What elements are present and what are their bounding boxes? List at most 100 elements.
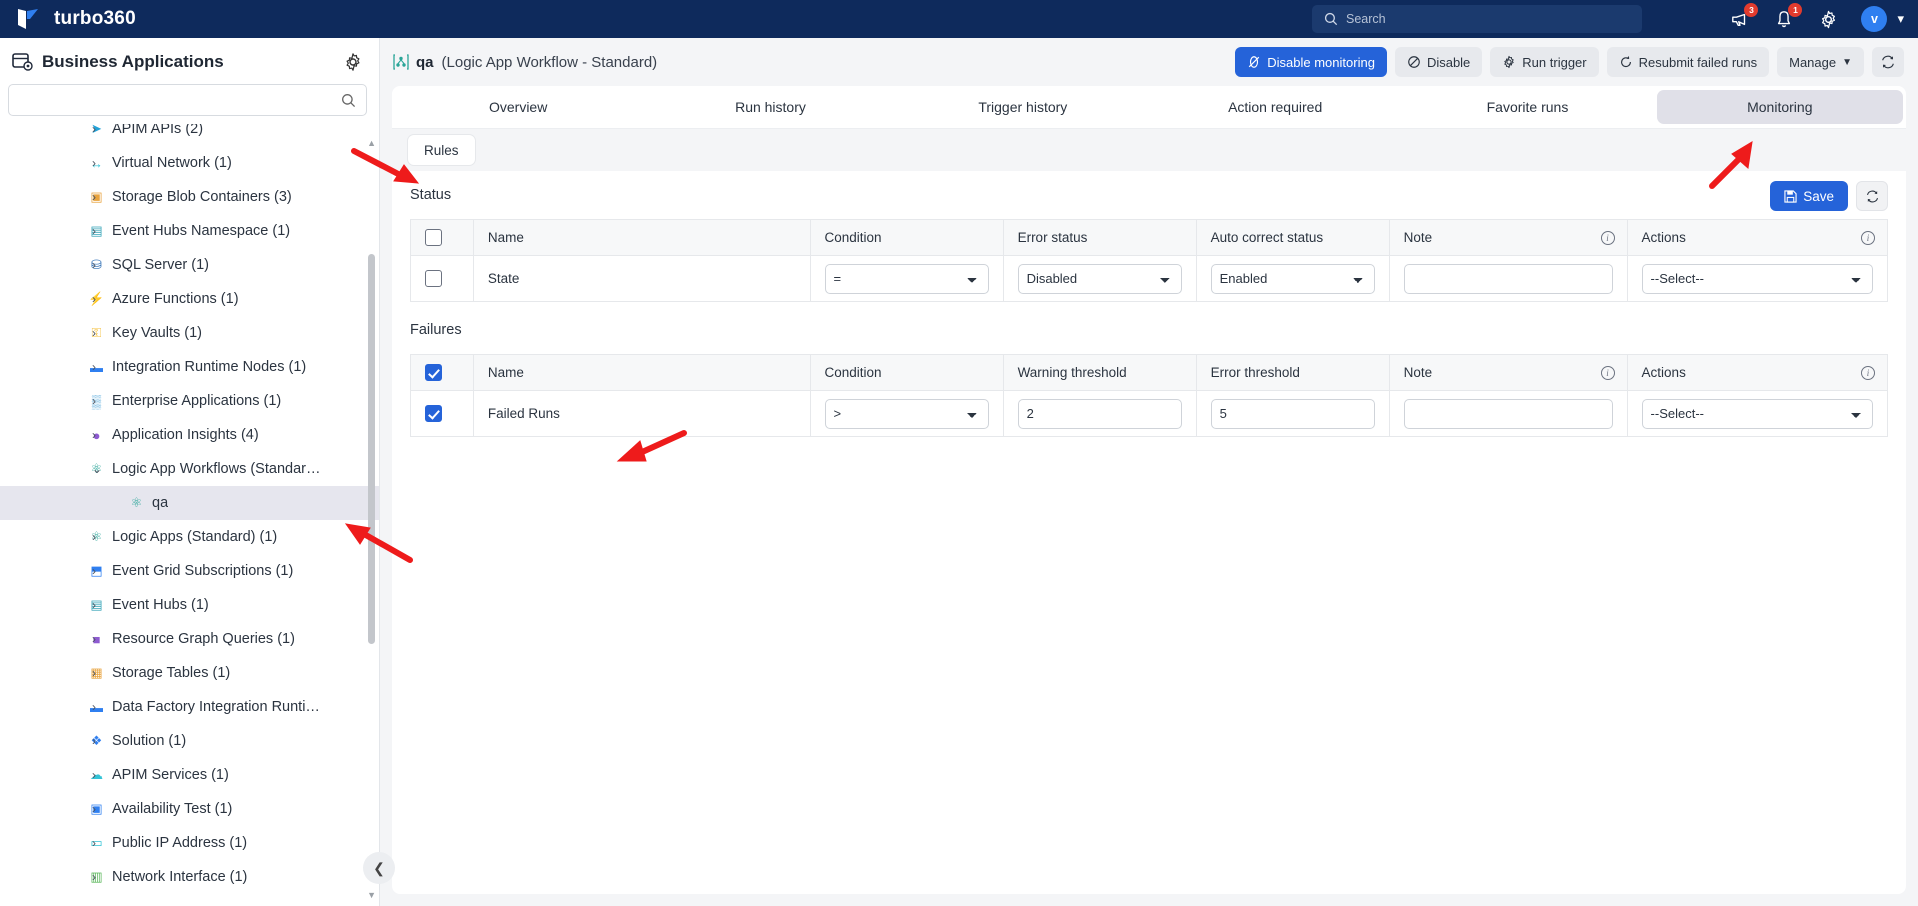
tree-item-application-insights-4[interactable]: › ● Application Insights (4) <box>0 418 379 452</box>
sidebar-search-input[interactable] <box>19 92 341 108</box>
save-button[interactable]: Save <box>1770 181 1848 211</box>
error-status-select[interactable]: Disabled <box>1017 263 1182 294</box>
tab-action-required[interactable]: Action required <box>1152 90 1398 124</box>
tree-item-enterprise-applications-1[interactable]: › ▒ Enterprise Applications (1) <box>0 384 379 418</box>
tab-bar: Overview Run history Trigger history Action… <box>392 86 1906 128</box>
tree-item-availability-test-1[interactable]: › ▣ Availability Test (1) <box>0 792 379 826</box>
disable-monitoring-button[interactable]: Disable monitoring <box>1235 47 1387 77</box>
note-input[interactable] <box>1403 398 1613 429</box>
scroll-down-arrow-icon[interactable]: ▼ <box>367 890 376 900</box>
actions-select[interactable]: --Select-- <box>1641 263 1873 294</box>
tab-favorite-runs[interactable]: Favorite runs <box>1404 90 1650 124</box>
global-search-input[interactable] <box>1346 12 1616 26</box>
tree-item-key-vaults-1[interactable]: › ⚿ Key Vaults (1) <box>0 316 379 350</box>
actions-select[interactable]: --Select-- <box>1641 398 1873 429</box>
chevron-right-icon[interactable]: › <box>92 530 102 544</box>
row-checkbox[interactable] <box>425 270 442 287</box>
chevron-right-icon[interactable]: › <box>92 802 102 816</box>
tree-item-public-ip-address-1[interactable]: › ▭ Public IP Address (1) <box>0 826 379 860</box>
error-threshold-input[interactable] <box>1210 398 1375 429</box>
chevron-right-icon[interactable]: › <box>92 632 102 646</box>
sidebar-settings-gear-icon[interactable] <box>343 52 363 72</box>
tree-item-solution-1[interactable]: › ❖ Solution (1) <box>0 724 379 758</box>
notifications-button[interactable]: 1 <box>1773 3 1803 30</box>
note-input[interactable] <box>1403 263 1613 294</box>
tree-item-resource-graph-queries-1[interactable]: › ■ Resource Graph Queries (1) <box>0 622 379 656</box>
info-icon[interactable]: i <box>1861 365 1875 380</box>
chevron-right-icon[interactable]: › <box>92 360 102 374</box>
tree-item-event-hubs-1[interactable]: › ▤ Event Hubs (1) <box>0 588 379 622</box>
tree-item-integration-runtime-nodes-1[interactable]: › ▬ Integration Runtime Nodes (1) <box>0 350 379 384</box>
select-all-checkbox[interactable] <box>425 364 442 381</box>
manage-menu-button[interactable]: Manage ▼ <box>1777 47 1864 77</box>
chevron-right-icon[interactable]: › <box>92 190 102 204</box>
tree-item-apim-services-1[interactable]: › ☁ APIM Services (1) <box>0 758 379 792</box>
tab-monitoring[interactable]: Monitoring <box>1656 90 1903 124</box>
info-icon[interactable]: i <box>1861 230 1875 245</box>
tab-overview[interactable]: Overview <box>395 90 641 124</box>
chevron-right-icon[interactable]: › <box>92 564 102 578</box>
sidebar-collapse-button[interactable]: ❮ <box>363 852 395 884</box>
tree-item-logic-apps-standard-1[interactable]: › ⚛ Logic Apps (Standard) (1) <box>0 520 379 554</box>
chevron-right-icon[interactable]: › <box>92 598 102 612</box>
info-icon[interactable]: i <box>1600 230 1615 245</box>
chevron-right-icon[interactable]: › <box>92 836 102 850</box>
tree-item-label: Key Vaults (1) <box>112 325 202 341</box>
condition-select[interactable]: > <box>824 398 989 429</box>
chevron-right-icon[interactable]: › <box>92 768 102 782</box>
row-checkbox[interactable] <box>425 405 442 422</box>
auto-correct-status-select[interactable]: Enabled <box>1210 263 1375 294</box>
refresh-page-button[interactable] <box>1872 47 1904 77</box>
chevron-right-icon[interactable]: › <box>92 292 102 306</box>
info-icon[interactable]: i <box>1600 365 1615 380</box>
disable-button[interactable]: Disable <box>1394 47 1483 77</box>
tree-item-apim-apis-2[interactable]: › ➤ APIM APIs (2) <box>0 124 379 146</box>
condition-select[interactable]: = <box>824 263 989 294</box>
tree-item-storage-blob-containers-3[interactable]: › ▣ Storage Blob Containers (3) <box>0 180 379 214</box>
column-header-warning-threshold: Warning threshold <box>1003 354 1197 391</box>
tree-item-sql-server-1[interactable]: › ⛁ SQL Server (1) <box>0 248 379 282</box>
chevron-right-icon[interactable]: › <box>92 734 102 748</box>
refresh-icon <box>1866 190 1878 202</box>
warning-threshold-input[interactable] <box>1017 398 1182 429</box>
chevron-down-icon[interactable]: ⌄ <box>92 462 102 476</box>
tree-item-azure-functions-1[interactable]: › ⚡ Azure Functions (1) <box>0 282 379 316</box>
tree-item-event-hubs-namespace-1[interactable]: › ▤ Event Hubs Namespace (1) <box>0 214 379 248</box>
chevron-right-icon[interactable]: › <box>92 124 102 136</box>
tab-label: Monitoring <box>1747 99 1813 115</box>
chevron-right-icon[interactable]: › <box>92 666 102 680</box>
tree-item-qa[interactable]: ⚛ qa <box>0 486 379 520</box>
scroll-up-arrow-icon[interactable]: ▲ <box>367 138 376 148</box>
chevron-right-icon[interactable]: › <box>92 156 102 170</box>
chevron-right-icon[interactable]: › <box>92 870 102 884</box>
chevron-right-icon[interactable]: › <box>92 394 102 408</box>
global-search[interactable] <box>1312 5 1642 33</box>
chevron-down-icon: ▼ <box>1842 56 1852 68</box>
resubmit-failed-runs-button[interactable]: Resubmit failed runs <box>1606 47 1770 77</box>
select-all-checkbox[interactable] <box>425 229 442 246</box>
column-header-label: Actions <box>1641 230 1686 245</box>
tree-item-label: qa <box>152 495 169 511</box>
sidebar-search[interactable] <box>8 84 367 116</box>
chevron-down-icon[interactable]: ▾ <box>1897 11 1904 27</box>
run-trigger-button[interactable]: Run trigger <box>1490 47 1599 77</box>
tree-item-data-factory-integration-runti[interactable]: › ▬ Data Factory Integration Runti… <box>0 690 379 724</box>
settings-gear-button[interactable] <box>1817 8 1839 30</box>
announcements-button[interactable]: 3 <box>1729 3 1759 30</box>
section-refresh-button[interactable] <box>1856 181 1888 211</box>
tree-item-virtual-network-1[interactable]: › ↔ Virtual Network (1) <box>0 146 379 180</box>
chevron-right-icon[interactable]: › <box>92 428 102 442</box>
tree-item-logic-app-workflows-standard[interactable]: ⌄ ⚛ Logic App Workflows (Standard… <box>0 452 379 486</box>
chevron-right-icon[interactable]: › <box>92 700 102 714</box>
tree-item-network-interface-1[interactable]: › ▥ Network Interface (1) <box>0 860 379 894</box>
sidebar-scrollbar-thumb[interactable] <box>368 254 375 644</box>
chevron-right-icon[interactable]: › <box>92 258 102 272</box>
chevron-right-icon[interactable]: › <box>92 224 102 238</box>
tree-item-event-grid-subscriptions-1[interactable]: › ⬒ Event Grid Subscriptions (1) <box>0 554 379 588</box>
tree-item-storage-tables-1[interactable]: › ▦ Storage Tables (1) <box>0 656 379 690</box>
user-menu[interactable]: v <box>1861 6 1888 32</box>
tab-trigger-history[interactable]: Trigger history <box>900 90 1146 124</box>
chevron-right-icon[interactable]: › <box>92 326 102 340</box>
tab-run-history[interactable]: Run history <box>647 90 893 124</box>
tab-rules[interactable]: Rules <box>408 135 475 165</box>
